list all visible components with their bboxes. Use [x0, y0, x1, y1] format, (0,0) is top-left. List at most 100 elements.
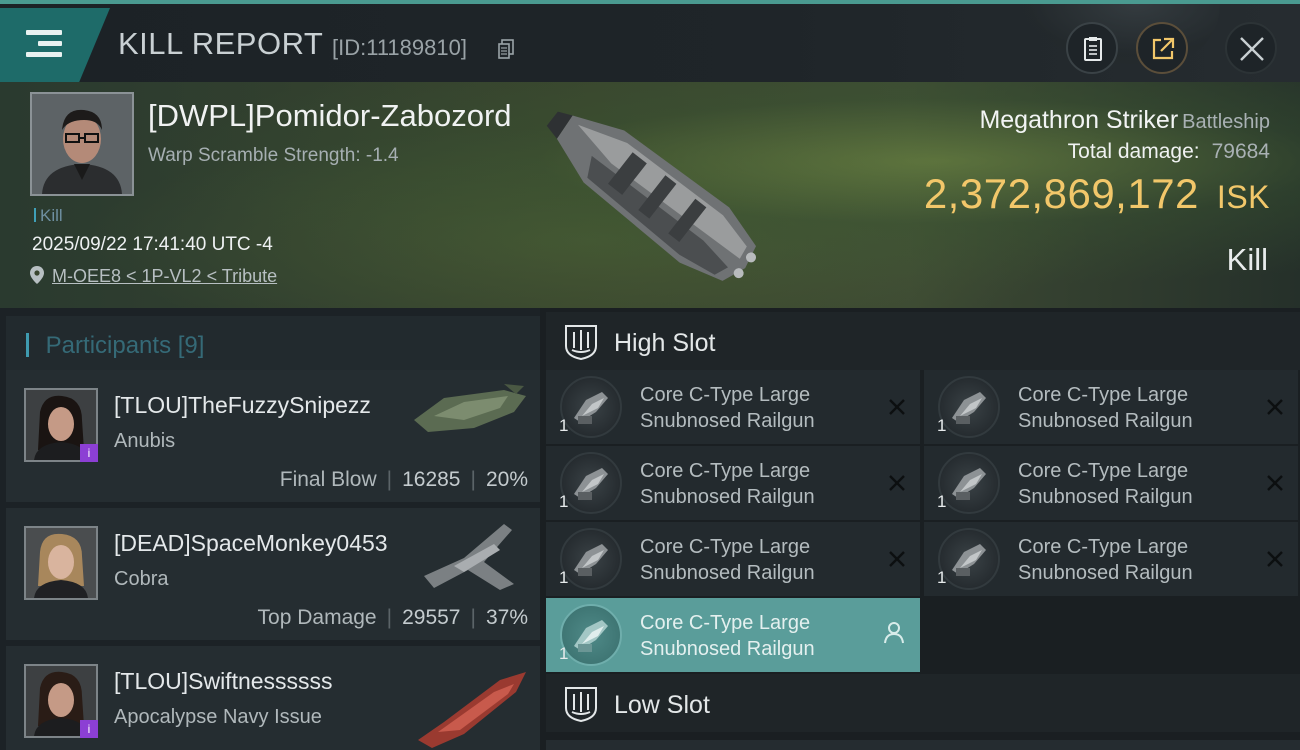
module-name-line: Snubnosed Railgun	[1018, 486, 1193, 508]
total-damage: Total damage: 79684	[1068, 140, 1270, 164]
module-name: Core C-Type Large Snubnosed Railgun	[1018, 382, 1258, 434]
kill-tag: Kill	[34, 206, 63, 226]
railgun-icon	[938, 452, 1000, 514]
victim-name[interactable]: [DWPL]Pomidor-Zabozord	[148, 98, 512, 134]
participant-row[interactable]: i [TLOU]Swiftnessssss Apocalypse Navy Is…	[6, 646, 540, 750]
module-name-line: Snubnosed Railgun	[640, 638, 815, 660]
module-slot[interactable]: 1 Core C-Type Large Snubnosed Railgun	[924, 522, 1298, 596]
location-pin-icon	[30, 266, 44, 284]
module-name-line: Snubnosed Railgun	[640, 486, 815, 508]
participant-ship: Apocalypse Navy Issue	[114, 706, 322, 728]
low-slot-icon	[565, 687, 597, 722]
close-icon	[1240, 37, 1264, 61]
module-quantity: 1	[937, 568, 947, 587]
destroyed-x-icon	[1267, 551, 1283, 567]
module-quantity: 1	[559, 492, 569, 511]
participants-count: [9]	[177, 332, 205, 359]
high-slot-header: High Slot	[546, 312, 1300, 370]
destroyed-x-icon	[889, 551, 905, 567]
report-id: [ID:11189810]	[332, 35, 467, 60]
participant-percent: 37%	[485, 606, 528, 629]
railgun-icon	[560, 376, 622, 438]
module-name-line: Core C-Type Large	[640, 460, 811, 482]
corp-badge: i	[80, 720, 98, 738]
clipboard-button[interactable]	[1066, 22, 1118, 74]
victim-portrait[interactable]	[30, 92, 134, 196]
participant-ship-image	[424, 524, 514, 590]
high-slot-icon	[565, 325, 597, 360]
isk-amount: 2,372,869,172	[923, 170, 1199, 217]
kill-datetime: 2025/09/22 17:41:40 UTC -4	[32, 234, 273, 255]
participant-damage: 29557	[402, 606, 461, 629]
victim-ship-image	[546, 111, 757, 281]
module-quantity: 1	[937, 492, 947, 511]
module-name-line: Snubnosed Railgun	[1018, 562, 1193, 584]
railgun-icon	[560, 528, 622, 590]
module-name: Core C-Type Large Snubnosed Railgun	[640, 458, 880, 510]
module-name: Core C-Type Large Snubnosed Railgun	[1018, 534, 1258, 586]
module-name-line: Core C-Type Large	[640, 612, 811, 634]
warp-scramble-strength: Warp Scramble Strength: -1.4	[148, 145, 399, 166]
pilot-icon	[884, 622, 904, 644]
close-button[interactable]	[1225, 22, 1277, 74]
module-name-line: Core C-Type Large	[1018, 384, 1189, 406]
destroyed-x-icon	[1267, 475, 1283, 491]
participant-name[interactable]: [DEAD]SpaceMonkey0453	[114, 530, 388, 557]
participants-title: Participants [9]	[26, 332, 205, 360]
railgun-icon	[560, 452, 622, 514]
corp-badge: i	[80, 444, 98, 462]
participants-panel: Participants [9] i [TLOU]TheFuzzySnipezz…	[0, 308, 540, 750]
participant-ship: Anubis	[114, 430, 176, 452]
menu-button[interactable]	[0, 8, 110, 82]
victim-avatar	[32, 94, 132, 194]
participant-name[interactable]: [TLOU]Swiftnessssss	[114, 668, 333, 695]
module-slot[interactable]: 1 Core C-Type Large Snubnosed Railgun	[924, 446, 1298, 520]
module-name-line: Snubnosed Railgun	[640, 410, 815, 432]
isk-unit: ISK	[1216, 179, 1270, 215]
kill-location[interactable]: M-OEE8 < 1P-VL2 < Tribute	[30, 266, 277, 287]
participant-percent: 20%	[485, 468, 528, 491]
share-button[interactable]	[1136, 22, 1188, 74]
participant-role: Top Damage	[257, 606, 377, 629]
participant-row[interactable]: [DEAD]SpaceMonkey0453 Cobra Top Damage | 2…	[6, 508, 540, 640]
module-name-line: Core C-Type Large	[640, 536, 811, 558]
railgun-icon	[938, 376, 1000, 438]
location-link[interactable]: M-OEE8 < 1P-VL2 < Tribute	[52, 266, 277, 286]
destroyed-x-icon	[1267, 399, 1283, 415]
participant-row[interactable]: i [TLOU]TheFuzzySnipezz Anubis Final Blo…	[6, 370, 540, 502]
menu-icon	[26, 30, 62, 60]
participants-label: Participants	[45, 332, 172, 359]
module-name: Core C-Type Large Snubnosed Railgun	[640, 382, 880, 434]
participant-name[interactable]: [TLOU]TheFuzzySnipezz	[114, 392, 371, 419]
victim-ship-name[interactable]: Megathron Striker Battleship	[979, 106, 1270, 135]
total-damage-value: 79684	[1211, 140, 1270, 163]
low-slot-modules-partial	[546, 740, 1300, 750]
module-name: Core C-Type Large Snubnosed Railgun	[640, 534, 880, 586]
low-slot-label: Low Slot	[614, 691, 710, 719]
participant-avatar[interactable]	[24, 526, 98, 600]
copy-icon[interactable]	[498, 39, 514, 59]
module-name-line: Core C-Type Large	[640, 384, 811, 406]
share-icon	[1152, 37, 1175, 60]
module-slot[interactable]: 1 Core C-Type Large Snubnosed Railgun	[924, 370, 1298, 444]
destroyed-x-icon	[889, 399, 905, 415]
module-name: Core C-Type Large Snubnosed Railgun	[640, 610, 880, 662]
ship-class: Battleship	[1182, 111, 1270, 133]
participant-ship-image	[414, 384, 526, 432]
header-bar: KILL REPORT [ID:11189810]	[0, 0, 1300, 82]
module-name-line: Core C-Type Large	[1018, 460, 1189, 482]
module-slot[interactable]: 1 Core C-Type Large Snubnosed Railgun	[546, 446, 920, 520]
module-name-line: Snubnosed Railgun	[640, 562, 815, 584]
clipboard-icon	[1084, 37, 1102, 61]
module-slot[interactable]: 1 Core C-Type Large Snubnosed Railgun	[546, 522, 920, 596]
participant-stats: Top Damage | 29557 | 37%	[257, 606, 528, 629]
module-slot-dropped[interactable]: 1 Core C-Type Large Snubnosed Railgun	[546, 598, 920, 672]
ship-model: Megathron Striker	[979, 106, 1179, 134]
isk-value: 2,372,869,172 ISK	[924, 170, 1270, 218]
module-slot[interactable]: 1 Core C-Type Large Snubnosed Railgun	[546, 370, 920, 444]
high-slot-label: High Slot	[614, 329, 716, 357]
kill-result: Kill	[1226, 242, 1268, 277]
participant-ship: Cobra	[114, 568, 169, 590]
low-slot-header: Low Slot	[546, 674, 1300, 732]
victim-banner: [DWPL]Pomidor-Zabozord Warp Scramble Str…	[0, 82, 1300, 308]
